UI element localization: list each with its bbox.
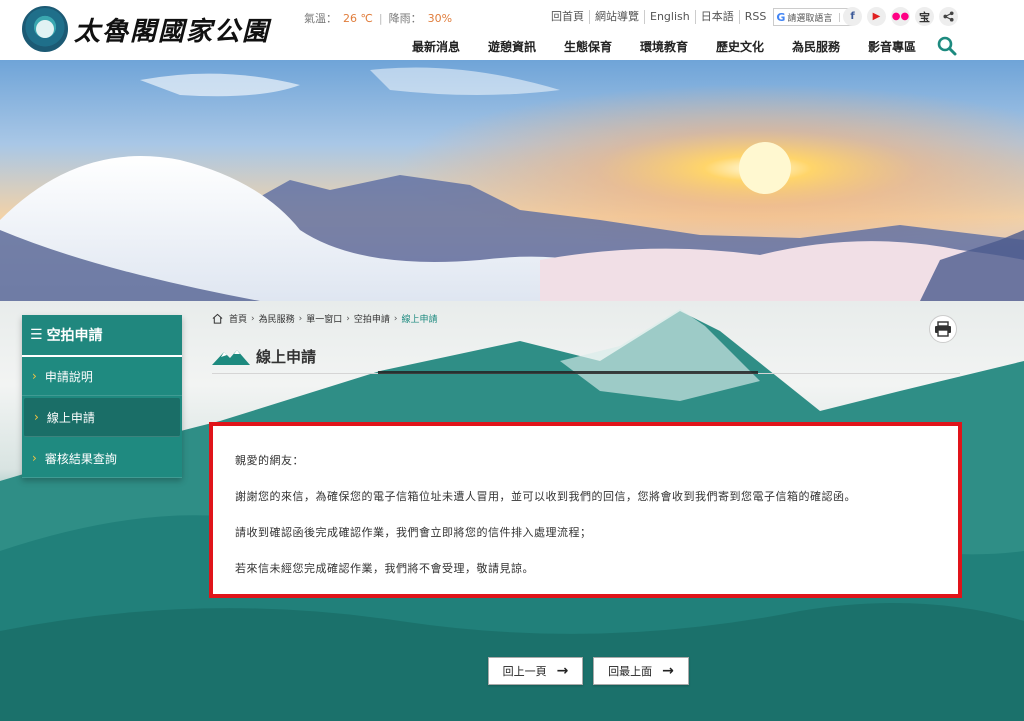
chinese-convert-icon[interactable]: 宝 [915, 7, 934, 26]
main-nav: 最新消息 遊憩資訊 生態保育 環境教育 歷史文化 為民服務 影音專區 [412, 38, 944, 55]
site-header: 太魯閣國家公園 氣溫： 26 ℃ | 降雨： 30% 回首頁 網站導覽 Engl… [0, 0, 1024, 60]
breadcrumb-aerial[interactable]: 空拍申請 [350, 312, 394, 325]
breadcrumb-single-window[interactable]: 單一窗口 [302, 312, 346, 325]
temp-label: 氣溫： [304, 12, 337, 25]
facebook-icon[interactable]: f [843, 7, 862, 26]
printer-icon [935, 321, 951, 337]
nav-recreation[interactable]: 遊憩資訊 [488, 38, 564, 55]
arrow-right-icon: → [662, 663, 674, 679]
nav-history[interactable]: 歷史文化 [716, 38, 792, 55]
message-line-2: 請收到確認函後完成確認作業，我們會立即將您的信件排入處理流程； [235, 526, 592, 539]
rain-label: 降雨： [388, 12, 422, 25]
back-to-top-label: 回最上面 [608, 665, 653, 678]
sunrise-landscape-image [0, 60, 1024, 301]
temp-value: 26 ℃ [343, 11, 373, 25]
park-emblem-icon [22, 6, 68, 52]
sidebar-item-application-info[interactable]: › 申請說明 [22, 357, 182, 396]
youtube-icon[interactable]: ▶ [867, 7, 886, 26]
back-button-label: 回上一頁 [502, 665, 547, 678]
sidebar-item-label: 審核結果查詢 [44, 451, 117, 466]
sidebar-item-online-application[interactable]: › 線上申請 [24, 398, 180, 437]
site-logo[interactable]: 太魯閣國家公園 [22, 6, 270, 52]
rss-link[interactable]: RSS [740, 10, 772, 24]
breadcrumb: 首頁 › 為民服務 › 單一窗口 › 空拍申請 › 線上申請 [212, 312, 442, 325]
page-header: 線上申請 [212, 340, 960, 374]
message-line-3: 若來信未經您完成確認作業，我們將不會受理，敬請見諒。 [235, 562, 534, 575]
search-icon[interactable] [937, 36, 957, 56]
message-greeting: 親愛的網友： [235, 454, 304, 467]
arrow-right-icon: → [556, 663, 569, 679]
print-button[interactable] [929, 315, 957, 343]
nav-public-service[interactable]: 為民服務 [792, 38, 868, 55]
social-links: f ▶ ●● 宝 [843, 7, 958, 26]
confirmation-message: 親愛的網友： 謝謝您的來信，為確保您的電子信箱位址未遭人冒用，並可以收到我們的回… [209, 422, 962, 598]
nav-news[interactable]: 最新消息 [412, 38, 488, 55]
nav-media[interactable]: 影音專區 [868, 38, 944, 55]
breadcrumb-home[interactable]: 首頁 [225, 312, 251, 325]
site-title: 太魯閣國家公園 [74, 16, 271, 47]
sitemap-link[interactable]: 網站導覽 [590, 10, 645, 24]
back-button[interactable]: 回上一頁 → [488, 657, 583, 685]
nav-education[interactable]: 環境教育 [640, 38, 716, 55]
page-title: 線上申請 [256, 348, 317, 366]
google-icon: G [776, 10, 786, 24]
chevron-right-icon: › [32, 451, 37, 465]
weather-info: 氣溫： 26 ℃ | 降雨： 30% [304, 11, 453, 26]
nav-ecology[interactable]: 生態保育 [564, 38, 640, 55]
sidebar-item-review-results[interactable]: › 審核結果查詢 [22, 439, 182, 478]
home-icon [212, 313, 223, 324]
chevron-right-icon: › [34, 410, 39, 424]
translate-label: 請選取語言 [787, 13, 833, 24]
chevron-right-icon: › [32, 369, 37, 383]
top-links: 回首頁 網站導覽 English 日本語 RSS G 請選取語言 ▼ [546, 8, 854, 26]
sidebar-title-label: 空拍申請 [46, 328, 103, 344]
flickr-icon[interactable]: ●● [891, 7, 910, 26]
sidebar-title: ☰ 空拍申請 [22, 315, 182, 357]
title-underline [378, 371, 758, 374]
sidebar-menu: ☰ 空拍申請 › 申請說明 › 線上申請 › 審核結果查詢 [22, 315, 182, 478]
translate-select[interactable]: G 請選取語言 ▼ [773, 8, 854, 26]
breadcrumb-public-service[interactable]: 為民服務 [255, 312, 299, 325]
menu-icon: ☰ [30, 327, 43, 343]
share-icon[interactable] [939, 7, 958, 26]
english-link[interactable]: English [645, 10, 696, 24]
japanese-link[interactable]: 日本語 [696, 10, 740, 24]
mountain-icon [212, 349, 250, 365]
message-line-1: 謝謝您的來信，為確保您的電子信箱位址未遭人冒用，並可以收到我們的回信，您將會收到… [235, 490, 856, 503]
home-link[interactable]: 回首頁 [546, 10, 590, 24]
back-to-top-button[interactable]: 回最上面 → [593, 657, 689, 685]
sidebar-item-label: 申請說明 [44, 369, 93, 384]
hero-banner [0, 60, 1024, 301]
sidebar-item-label: 線上申請 [46, 410, 95, 425]
breadcrumb-current: 線上申請 [401, 315, 438, 325]
rain-value: 30% [427, 11, 453, 25]
